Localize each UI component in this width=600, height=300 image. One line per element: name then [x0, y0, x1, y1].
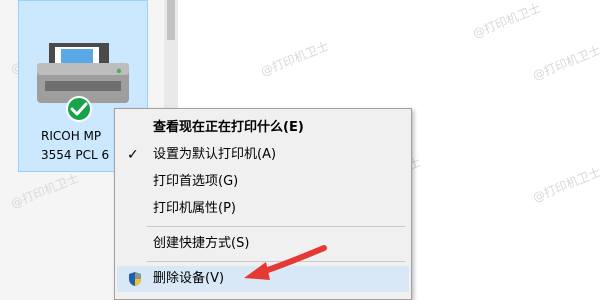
scrollbar-thumb[interactable] [167, 0, 175, 40]
watermark: @打印机卫士 [530, 42, 600, 83]
menu-item-printer-properties[interactable]: 打印机属性(P) [117, 196, 409, 222]
default-check-icon [66, 96, 92, 122]
watermark: @打印机卫士 [470, 0, 543, 41]
menu-item-printing-preferences[interactable]: 打印首选项(G) [117, 169, 409, 195]
watermark: @打印机卫士 [530, 164, 600, 205]
menu-item-see-whats-printing[interactable]: 查看现在正在打印什么(E) [117, 115, 409, 141]
annotation-arrow [244, 245, 327, 280]
shield-icon [129, 272, 141, 286]
watermark: @打印机卫士 [258, 38, 331, 79]
menu-separator [147, 226, 405, 227]
menu-item-set-default[interactable]: ✓ 设置为默认打印机(A) [117, 142, 409, 168]
check-icon: ✓ [127, 147, 139, 163]
